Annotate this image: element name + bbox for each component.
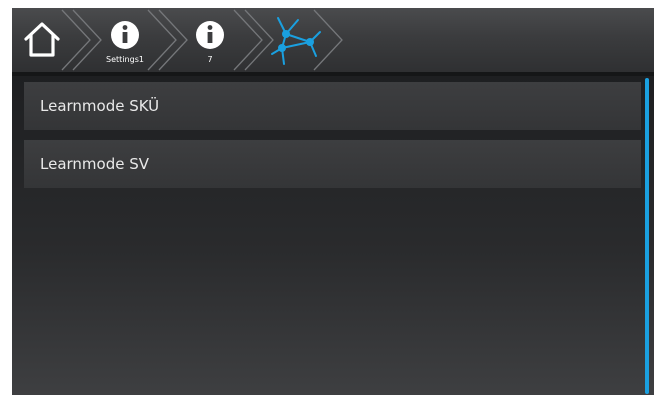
breadcrumb-label: 7 (207, 55, 213, 64)
info-icon (196, 21, 224, 49)
breadcrumb-home[interactable] (20, 14, 64, 64)
home-icon (24, 22, 60, 57)
breadcrumb-7[interactable]: 7 (183, 14, 237, 70)
menu-item-learnmode-sv[interactable]: Learnmode SV (24, 140, 641, 188)
breadcrumb-label: Settings1 (106, 55, 144, 64)
menu-item-label: Learnmode SV (40, 155, 150, 173)
info-icon (111, 21, 139, 49)
breadcrumb: Settings1 7 (12, 8, 654, 72)
menu-item-label: Learnmode SKÜ (40, 97, 160, 115)
network-icon (271, 17, 321, 65)
menu-list: Learnmode SKÜ Learnmode SV (12, 76, 654, 395)
device-screen: Settings1 7 Learnmode SKÜ Learnmode SV (12, 8, 654, 395)
scrollbar[interactable] (645, 78, 649, 394)
breadcrumb-settings1[interactable]: Settings1 (98, 14, 152, 70)
menu-item-learnmode-sku[interactable]: Learnmode SKÜ (24, 82, 641, 130)
breadcrumb-network[interactable] (264, 12, 322, 68)
